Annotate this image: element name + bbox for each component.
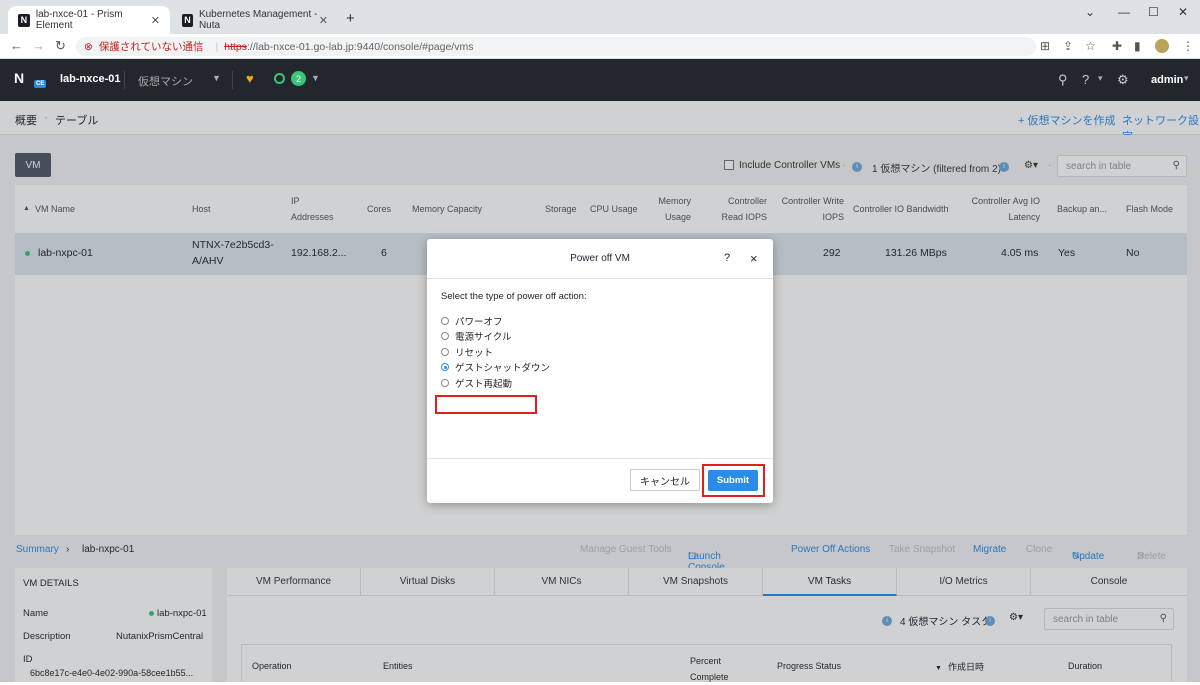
address-bar-row: ← → ↻ ⊗ 保護されていない通信 | https ://lab-nxce-0…: [0, 34, 1200, 59]
bookmark-star-icon[interactable]: ☆: [1085, 39, 1096, 53]
chevron-down-icon[interactable]: ▾: [1098, 73, 1103, 84]
chevron-down-icon[interactable]: ▼: [311, 73, 320, 83]
dialog-title: Power off VM: [570, 253, 630, 264]
highlight-box: [435, 395, 537, 414]
nutanix-logo[interactable]: N CE: [14, 70, 47, 90]
radio-reset[interactable]: リセット: [441, 344, 759, 360]
settings-gear-icon[interactable]: ⚙: [1117, 72, 1129, 88]
main-menu-label[interactable]: 仮想マシン: [138, 73, 193, 89]
close-tab-icon[interactable]: ✕: [319, 14, 328, 27]
tab-title: lab-nxce-01 - Prism Element: [35, 9, 123, 31]
radio-button[interactable]: [441, 378, 449, 387]
cancel-button[interactable]: キャンセル: [630, 469, 700, 491]
dialog-footer: キャンセル Submit: [427, 458, 773, 503]
side-panel-icon[interactable]: ▮: [1134, 39, 1141, 53]
option-label: 電源サイクル: [455, 332, 512, 344]
header-divider: [232, 71, 233, 89]
security-label: 保護されていない通信: [98, 41, 204, 53]
radio-power-cycle[interactable]: 電源サイクル: [441, 329, 759, 345]
browser-tab-kubernetes[interactable]: N Kubernetes Management - Nuta ✕: [172, 6, 338, 34]
cluster-name[interactable]: lab-nxce-01: [60, 73, 121, 85]
tab-title: Kubernetes Management - Nuta: [198, 9, 318, 31]
user-menu[interactable]: admin: [1151, 74, 1183, 86]
tab-search-icon[interactable]: ⌄: [1085, 5, 1095, 19]
dialog-body: Select the type of power off action: パワー…: [427, 279, 773, 459]
power-off-vm-dialog: Power off VM ? × Select the type of powe…: [427, 239, 773, 503]
radio-button-selected[interactable]: [441, 363, 449, 372]
health-heart-icon[interactable]: ♥: [246, 71, 254, 86]
radio-guest-shutdown[interactable]: ゲストシャットダウン: [441, 360, 759, 376]
option-label: ゲストシャットダウン: [455, 363, 551, 375]
radio-button[interactable]: [441, 332, 449, 341]
nutanix-favicon-icon: N: [182, 13, 193, 27]
option-label: パワーオフ: [455, 316, 503, 328]
new-tab-icon[interactable]: +: [346, 10, 355, 27]
prism-header: N CE lab-nxce-01 仮想マシン ▼ ♥ 2 ▼ ⚲ ? ▾ ⚙ a…: [0, 59, 1200, 101]
dialog-prompt: Select the type of power off action:: [441, 291, 587, 302]
option-label: リセット: [455, 347, 494, 359]
url-scheme: https: [224, 40, 247, 53]
share-icon[interactable]: ⇪: [1063, 39, 1073, 53]
alert-count-badge[interactable]: 2: [291, 71, 306, 86]
not-secure-icon: ⊗: [84, 40, 93, 53]
extensions-icon[interactable]: ✚: [1112, 39, 1122, 53]
alerts-ring-icon[interactable]: [274, 73, 285, 84]
translate-icon[interactable]: ⊞: [1040, 39, 1050, 53]
forward-icon[interactable]: →: [32, 38, 45, 53]
close-tab-icon[interactable]: ✕: [151, 14, 160, 27]
url-path: ://lab-nxce-01.go-lab.jp:9440/console/#p…: [247, 40, 474, 53]
minimize-icon[interactable]: —: [1118, 5, 1130, 19]
back-icon[interactable]: ←: [10, 38, 23, 53]
browser-menu-icon[interactable]: ⋮: [1182, 39, 1194, 53]
url-field[interactable]: ⊗ 保護されていない通信 | https ://lab-nxce-01.go-l…: [76, 37, 1036, 56]
radio-guest-reboot[interactable]: ゲスト再起動: [441, 375, 759, 391]
logo-letter: N: [14, 70, 25, 86]
url-divider: |: [215, 40, 219, 53]
logo-badge: CE: [34, 80, 47, 88]
browser-tabstrip: N lab-nxce-01 - Prism Element ✕ N Kubern…: [0, 0, 1200, 34]
header-divider: [124, 71, 125, 89]
maximize-icon[interactable]: ☐: [1148, 5, 1159, 19]
help-icon[interactable]: ?: [1082, 72, 1089, 87]
close-icon[interactable]: ×: [750, 251, 758, 266]
dialog-header: Power off VM ? ×: [427, 239, 773, 279]
radio-button[interactable]: [441, 347, 449, 356]
radio-power-off[interactable]: パワーオフ: [441, 313, 759, 329]
nutanix-favicon-icon: N: [18, 13, 30, 27]
window-close-icon[interactable]: ✕: [1178, 5, 1188, 19]
chevron-down-icon[interactable]: ▼: [212, 73, 221, 83]
search-icon[interactable]: ⚲: [1058, 72, 1068, 88]
option-label: ゲスト再起動: [455, 378, 513, 390]
chevron-down-icon[interactable]: ▾: [1184, 73, 1189, 84]
help-icon[interactable]: ?: [724, 252, 730, 264]
reload-icon[interactable]: ↻: [55, 38, 66, 54]
radio-button[interactable]: [441, 316, 449, 325]
submit-button[interactable]: Submit: [708, 470, 758, 491]
browser-tab-prism[interactable]: N lab-nxce-01 - Prism Element ✕: [8, 6, 170, 34]
profile-avatar[interactable]: [1155, 39, 1169, 53]
